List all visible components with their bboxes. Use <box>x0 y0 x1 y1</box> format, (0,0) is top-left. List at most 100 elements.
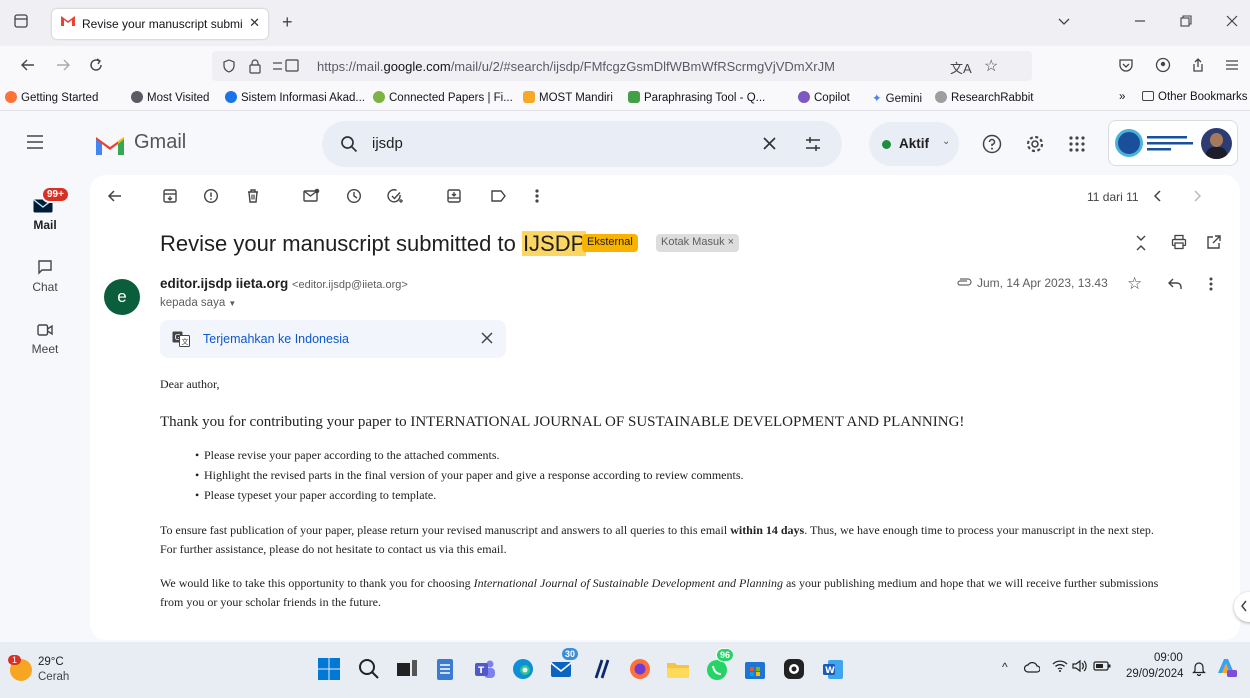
word-icon[interactable]: W <box>820 656 846 682</box>
tab-list-icon[interactable] <box>13 13 29 32</box>
back-to-list-icon[interactable] <box>107 188 123 208</box>
bookmark-most-mandiri[interactable]: MOST Mandiri <box>523 91 613 104</box>
older-chevron-right-icon[interactable] <box>1192 188 1202 208</box>
label-external[interactable]: Eksternal <box>582 234 638 252</box>
store-icon[interactable] <box>742 656 768 682</box>
teams-icon[interactable]: T <box>472 656 498 682</box>
mail-search-bar[interactable]: ijsdp <box>322 121 842 167</box>
list-all-tabs-chevron-icon[interactable] <box>1057 14 1071 31</box>
archive-icon[interactable] <box>162 188 178 208</box>
translate-link[interactable]: Terjemahkan ke Indonesia <box>203 332 349 346</box>
status-selector[interactable]: Aktif ⌄ <box>869 122 959 166</box>
file-explorer-icon[interactable] <box>665 656 691 682</box>
wifi-icon[interactable] <box>1052 659 1068 676</box>
rail-meet[interactable]: Meet <box>0 323 90 356</box>
collapse-all-icon[interactable] <box>1134 233 1148 256</box>
show-hidden-icons-chevron[interactable]: ^ <box>1002 660 1008 674</box>
notification-bell-icon[interactable] <box>1192 660 1206 679</box>
reply-icon[interactable] <box>1167 277 1183 294</box>
account-icon[interactable] <box>1155 57 1171 76</box>
volume-icon[interactable] <box>1071 659 1089 676</box>
details-dropdown-icon[interactable]: ▼ <box>228 299 236 308</box>
bookmark-label: Copilot <box>814 92 850 104</box>
sender-avatar[interactable]: e <box>104 279 140 315</box>
lock-icon[interactable] <box>248 58 262 77</box>
reload-icon[interactable] <box>88 57 104 76</box>
whatsapp-icon[interactable]: 96 <box>704 648 735 682</box>
bookmark-researchrabbit[interactable]: ResearchRabbit <box>935 91 1033 104</box>
settings-gear-icon[interactable] <box>1025 134 1045 157</box>
remove-label-icon[interactable]: × <box>728 236 734 248</box>
search-options-icon[interactable] <box>804 135 822 156</box>
translate-page-icon[interactable]: 文A <box>950 58 972 77</box>
bookmark-star-icon[interactable]: ☆ <box>984 56 998 76</box>
clock-time[interactable]: 09:00 <box>1154 652 1183 664</box>
star-icon[interactable]: ☆ <box>1127 274 1142 294</box>
new-tab-button[interactable]: + <box>282 12 293 33</box>
more-message-options-icon[interactable] <box>1208 276 1214 295</box>
bookmarks-overflow-chevron-icon[interactable]: » <box>1119 91 1125 103</box>
permissions-icon[interactable] <box>272 59 302 76</box>
copilot-pre-icon[interactable] <box>1214 655 1238 682</box>
firefox-taskbar-icon[interactable] <box>627 656 653 682</box>
pen-app-icon[interactable] <box>588 656 614 682</box>
forward-arrow-icon[interactable] <box>55 57 71 76</box>
minimize-icon[interactable] <box>1133 14 1147 31</box>
open-in-new-window-icon[interactable] <box>1206 234 1222 253</box>
bookmark-paraphrasing-tool[interactable]: Paraphrasing Tool - Q... <box>628 91 765 104</box>
recipient-details[interactable]: kepada saya ▼ <box>160 297 236 309</box>
mail-icon-wrap: 99+ <box>28 186 70 213</box>
add-to-tasks-icon[interactable] <box>387 188 404 208</box>
search-taskbar-icon[interactable] <box>356 656 382 682</box>
other-bookmarks[interactable]: Other Bookmarks <box>1142 91 1247 103</box>
print-icon[interactable] <box>1171 234 1187 253</box>
back-arrow-icon[interactable] <box>20 57 36 76</box>
onedrive-cloud-icon[interactable] <box>1023 661 1041 676</box>
bookmark-gemini[interactable]: ✦ Gemini <box>872 91 922 105</box>
mail-app-icon[interactable]: 30 <box>548 648 579 682</box>
newer-chevron-left-icon[interactable] <box>1153 188 1163 208</box>
account-switcher[interactable] <box>1108 120 1238 166</box>
tab-close-icon[interactable]: ✕ <box>249 15 260 31</box>
browser-tab-active[interactable]: Revise your manuscript submitt ✕ <box>52 9 268 39</box>
mark-unread-icon[interactable] <box>303 188 320 208</box>
search-icon[interactable] <box>340 135 358 156</box>
restore-icon[interactable] <box>1179 14 1193 31</box>
weather-widget[interactable]: 1 29°C Cerah <box>8 653 100 689</box>
apps-grid-icon[interactable] <box>1068 135 1086 156</box>
gmail-logo-icon[interactable] <box>94 133 126 160</box>
main-menu-hamburger-icon[interactable] <box>26 134 44 153</box>
edge-browser-icon[interactable] <box>510 656 536 682</box>
more-vertical-icon[interactable] <box>534 188 540 208</box>
close-translate-icon[interactable] <box>481 332 493 347</box>
report-spam-icon[interactable] <box>203 188 219 208</box>
delete-trash-icon[interactable] <box>245 188 261 208</box>
notepad-icon[interactable] <box>432 656 458 682</box>
pocket-icon[interactable] <box>1118 57 1134 76</box>
bookmark-sistem-informasi[interactable]: Sistem Informasi Akad... <box>225 91 365 104</box>
rail-mail[interactable]: 99+ Mail <box>0 186 90 232</box>
bookmark-most-visited[interactable]: Most Visited <box>131 91 209 104</box>
clock-date[interactable]: 29/09/2024 <box>1126 668 1184 680</box>
label-inbox[interactable]: Kotak Masuk × <box>656 234 740 252</box>
address-bar[interactable]: https://mail.google.com/mail/u/2/#search… <box>212 51 1032 81</box>
share-icon[interactable] <box>1190 57 1206 76</box>
bookmark-connected-papers[interactable]: Connected Papers | Fi... <box>373 91 513 104</box>
label-tag-icon[interactable] <box>490 188 507 208</box>
clear-search-icon[interactable] <box>762 136 777 154</box>
rail-chat[interactable]: Chat <box>0 259 90 294</box>
battery-icon[interactable] <box>1093 660 1111 675</box>
windows-start-icon[interactable] <box>316 656 342 682</box>
bookmark-copilot[interactable]: Copilot <box>798 91 850 104</box>
snooze-clock-icon[interactable] <box>346 188 362 208</box>
move-to-icon[interactable] <box>446 188 462 208</box>
close-window-icon[interactable] <box>1225 14 1239 31</box>
help-icon[interactable] <box>982 134 1002 157</box>
copilot-taskbar-icon[interactable] <box>781 656 807 682</box>
menu-hamburger-icon[interactable] <box>1224 57 1240 76</box>
bookmark-getting-started[interactable]: Getting Started <box>5 91 98 104</box>
sender-name[interactable]: editor.ijsdp iieta.org <box>160 276 288 291</box>
tracking-protection-shield-icon[interactable] <box>222 59 236 76</box>
search-input[interactable]: ijsdp <box>372 135 403 152</box>
task-view-icon[interactable] <box>394 656 420 682</box>
